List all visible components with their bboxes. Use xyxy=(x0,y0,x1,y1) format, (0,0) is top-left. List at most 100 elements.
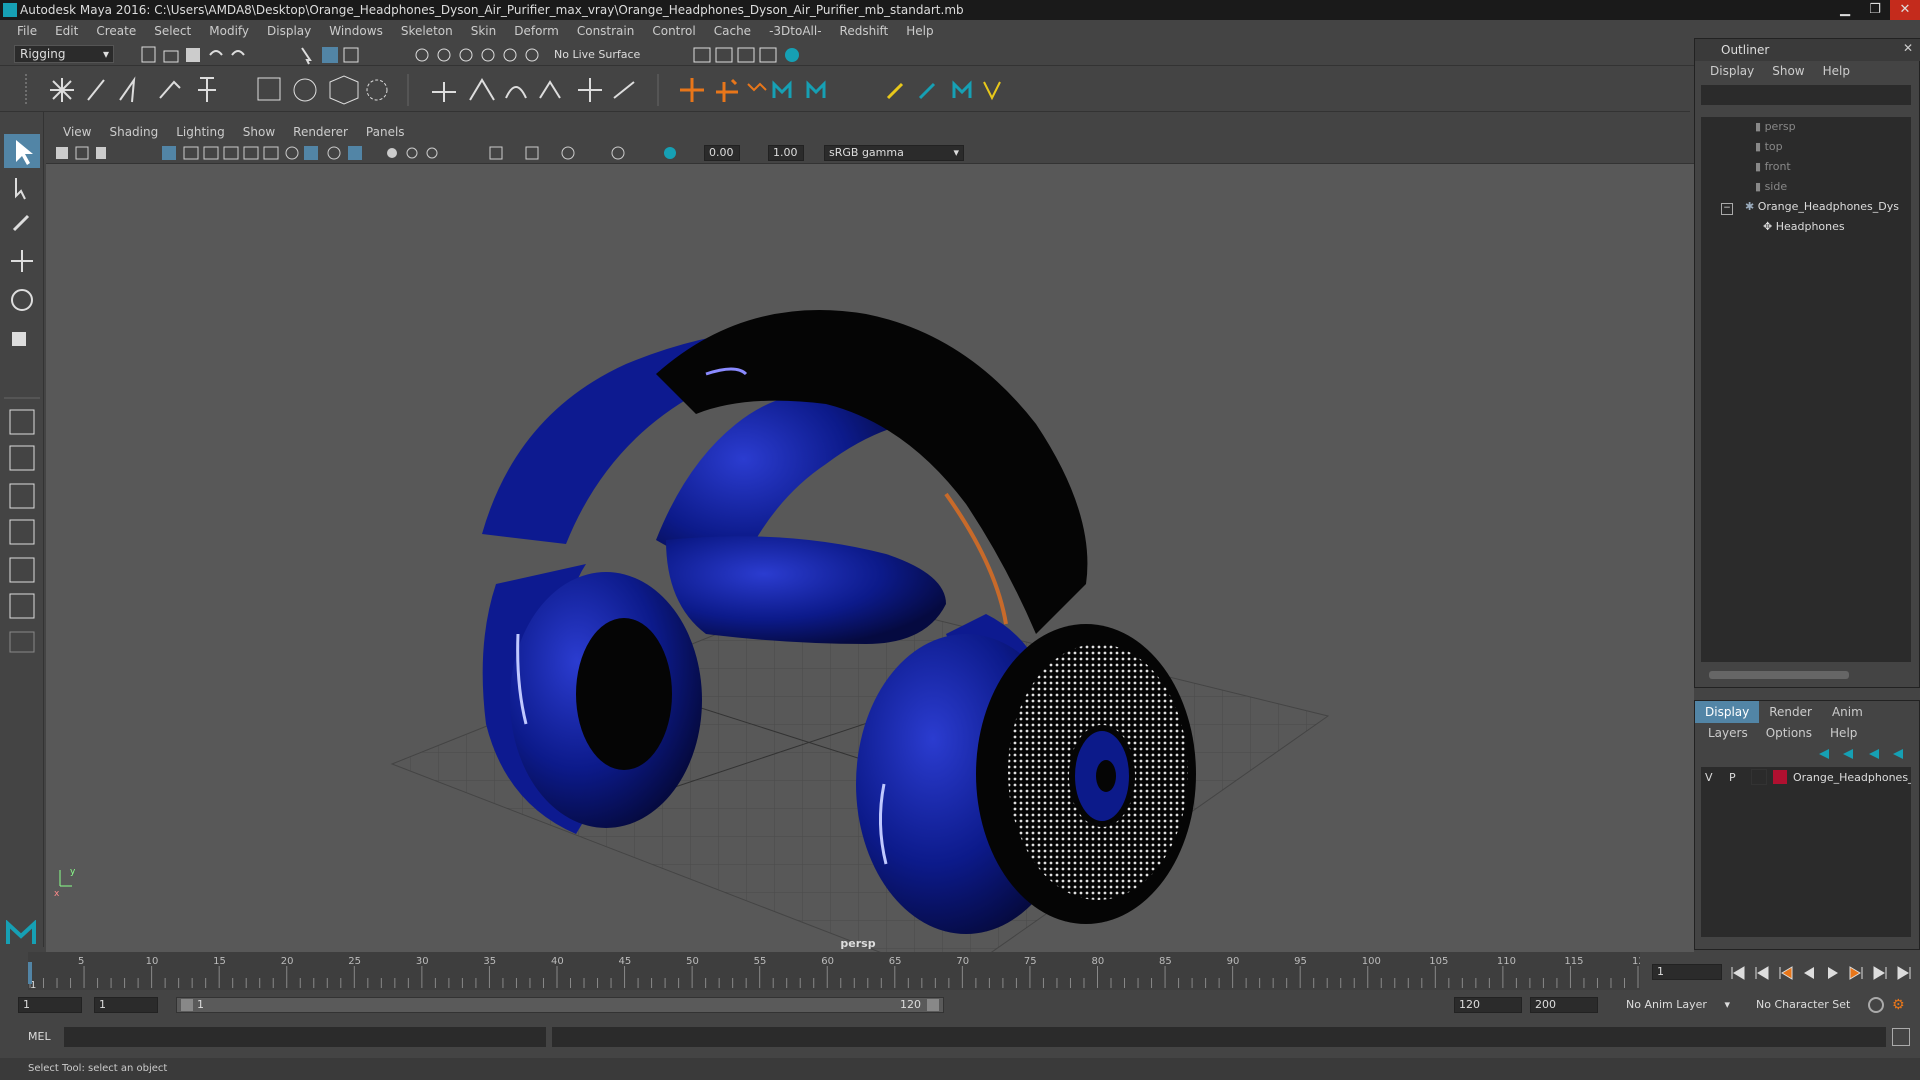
outliner-close-icon[interactable]: ✕ xyxy=(1903,41,1913,55)
select-component-icon xyxy=(343,47,359,63)
vp-menu-lighting[interactable]: Lighting xyxy=(167,125,234,139)
render-frame-icon xyxy=(715,47,733,63)
menu-set-dropdown[interactable]: Rigging ▾ xyxy=(14,45,114,63)
layer-menu-options[interactable]: Options xyxy=(1757,726,1821,740)
view-transform-dropdown[interactable]: sRGB gamma ▾ xyxy=(824,145,964,161)
vp-menu-panels[interactable]: Panels xyxy=(357,125,414,139)
view-transform-value: sRGB gamma xyxy=(829,146,904,159)
menu-select[interactable]: Select xyxy=(145,24,200,38)
move-layer-down-icon xyxy=(1843,749,1853,759)
collapse-icon[interactable]: − xyxy=(1721,203,1733,215)
auto-key-icon[interactable] xyxy=(1868,997,1884,1013)
command-result-field xyxy=(552,1027,1886,1047)
current-frame-field[interactable]: 1 xyxy=(1652,964,1722,980)
menu-file[interactable]: File xyxy=(8,24,46,38)
camera-icon: ▮ xyxy=(1755,120,1765,133)
exposure-icon xyxy=(561,146,575,160)
vp-menu-shading[interactable]: Shading xyxy=(100,125,167,139)
timeline-tick-label: 95 xyxy=(1294,956,1307,967)
camera-attributes-icon xyxy=(75,146,89,160)
menu-edit[interactable]: Edit xyxy=(46,24,87,38)
layer-playback-toggle[interactable]: P xyxy=(1729,769,1745,787)
gamma-field[interactable]: 1.00 xyxy=(768,145,804,161)
vp-menu-show[interactable]: Show xyxy=(234,125,284,139)
preferences-icon[interactable]: ⚙ xyxy=(1892,997,1908,1013)
range-start-handle[interactable] xyxy=(181,999,193,1011)
outliner-item-group[interactable]: − ✱ Orange_Headphones_Dys xyxy=(1701,197,1911,217)
go-to-end-icon xyxy=(1897,966,1911,980)
menu-display[interactable]: Display xyxy=(258,24,320,38)
outliner-h-scrollbar[interactable] xyxy=(1709,671,1849,679)
timeline-tick-label: 25 xyxy=(348,956,361,967)
outliner-item-front[interactable]: ▮ front xyxy=(1701,157,1911,177)
animation-end-field[interactable]: 200 xyxy=(1530,997,1598,1013)
outliner-menu-show[interactable]: Show xyxy=(1763,64,1813,78)
menu-modify[interactable]: Modify xyxy=(200,24,258,38)
chevron-down-icon: ▾ xyxy=(953,146,959,159)
menu-redshift[interactable]: Redshift xyxy=(831,24,898,38)
animation-start-field[interactable]: 1 xyxy=(18,997,82,1013)
layer-visibility-toggle[interactable]: V xyxy=(1705,769,1721,787)
range-slider[interactable]: 1 120 xyxy=(176,997,944,1013)
exposure-field[interactable]: 0.00 xyxy=(704,145,740,161)
layer-name[interactable]: Orange_Headphones_ xyxy=(1793,769,1911,787)
step-forward-key-icon xyxy=(1849,966,1863,980)
outliner-item-headphones[interactable]: ✥ Headphones xyxy=(1701,217,1911,237)
command-input[interactable] xyxy=(64,1027,546,1047)
group-icon: ✱ xyxy=(1745,200,1758,213)
timeline-tick-label: 40 xyxy=(551,956,564,967)
outliner-item-top[interactable]: ▮ top xyxy=(1701,137,1911,157)
axis-y-label: y xyxy=(70,867,76,877)
menu-skin[interactable]: Skin xyxy=(462,24,506,38)
outliner-menu-help[interactable]: Help xyxy=(1814,64,1859,78)
range-end-handle[interactable] xyxy=(927,999,939,1011)
outliner-menu-display[interactable]: Display xyxy=(1701,64,1763,78)
vp-menu-view[interactable]: View xyxy=(54,125,100,139)
perspective-viewport[interactable]: View Shading Lighting Show Renderer Pane… xyxy=(46,122,1694,952)
menu-create[interactable]: Create xyxy=(87,24,145,38)
menu-cache[interactable]: Cache xyxy=(705,24,760,38)
playback-end-field[interactable]: 120 xyxy=(1454,997,1522,1013)
playback-start-field[interactable]: 1 xyxy=(94,997,158,1013)
command-language-label[interactable]: MEL xyxy=(28,1028,62,1046)
layer-display-type[interactable] xyxy=(1751,769,1767,785)
restore-button[interactable]: ❐ xyxy=(1860,0,1890,20)
close-button[interactable]: ✕ xyxy=(1890,0,1920,20)
outliner-tree[interactable]: ▮ persp ▮ top ▮ front ▮ side − ✱ Orange_H… xyxy=(1701,117,1911,662)
snap-point-icon xyxy=(459,48,473,62)
layer-list: V P Orange_Headphones_ xyxy=(1701,767,1911,937)
script-editor-icon[interactable] xyxy=(1892,1028,1910,1046)
current-time-indicator[interactable] xyxy=(28,962,32,984)
layer-menu-layers[interactable]: Layers xyxy=(1699,726,1757,740)
time-slider-ticks[interactable]: 1 5 10 15 20 25 30 35 40 45 50 55 60 65 70 75 80 85 90 95 10… xyxy=(28,952,1651,991)
tab-anim[interactable]: Anim xyxy=(1822,701,1873,723)
minimize-button[interactable]: ▁ xyxy=(1830,0,1860,20)
menu-constrain[interactable]: Constrain xyxy=(568,24,644,38)
live-surface-field[interactable]: No Live Surface xyxy=(554,47,664,63)
color-management-icon xyxy=(664,147,676,159)
menu-control[interactable]: Control xyxy=(643,24,704,38)
viewport-canvas[interactable]: y x persp xyxy=(46,164,1694,952)
play-forwards-icon xyxy=(1828,967,1838,979)
timeline-tick-label: 120 xyxy=(1632,956,1640,967)
point-constraint-icon xyxy=(432,82,456,102)
tab-display[interactable]: Display xyxy=(1695,701,1760,723)
bookmark-icon xyxy=(96,147,106,159)
open-scene-icon xyxy=(163,50,179,63)
menu-deform[interactable]: Deform xyxy=(505,24,568,38)
menu-skeleton[interactable]: Skeleton xyxy=(392,24,462,38)
character-set-dropdown[interactable]: No Character Set xyxy=(1748,996,1864,1014)
outliner-search-input[interactable] xyxy=(1701,85,1911,105)
menu-help[interactable]: Help xyxy=(897,24,942,38)
anim-layer-dropdown[interactable]: No Anim Layer ▾ xyxy=(1606,996,1732,1014)
menu-3dtoall[interactable]: -3DtoAll- xyxy=(760,24,830,38)
menu-windows[interactable]: Windows xyxy=(320,24,392,38)
outliner-item-side[interactable]: ▮ side xyxy=(1701,177,1911,197)
layer-color-swatch[interactable] xyxy=(1773,770,1787,784)
tab-render[interactable]: Render xyxy=(1759,701,1822,723)
outliner-item-persp[interactable]: ▮ persp xyxy=(1701,117,1911,137)
layer-menu-help[interactable]: Help xyxy=(1821,726,1866,740)
shelf-icons xyxy=(25,74,1001,106)
vp-menu-renderer[interactable]: Renderer xyxy=(284,125,357,139)
timeline-tick-label: 30 xyxy=(416,956,429,967)
